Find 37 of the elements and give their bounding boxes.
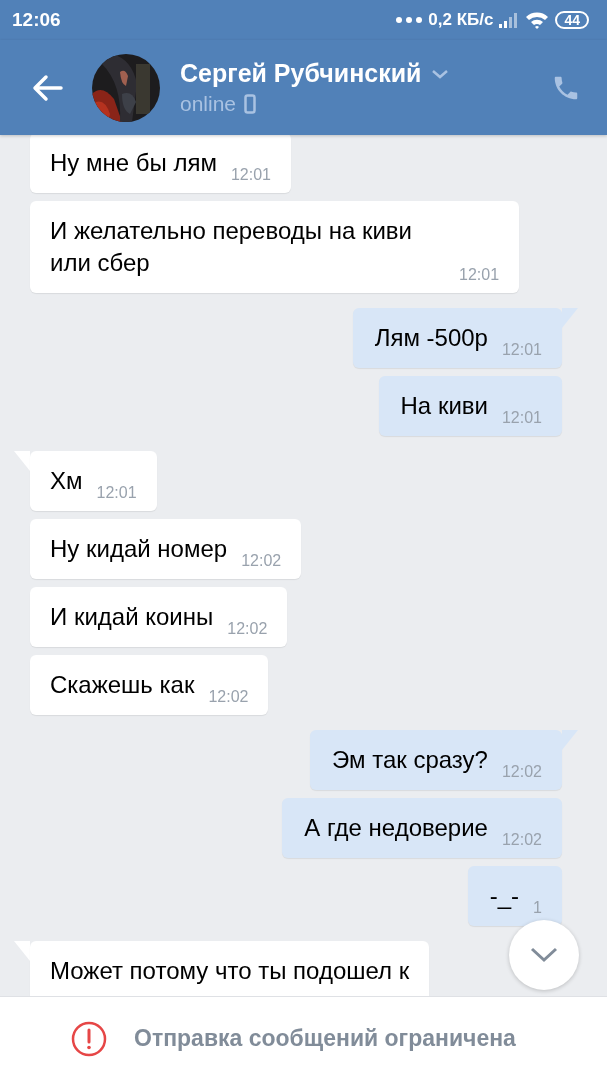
warning-icon [71, 1020, 107, 1057]
message-time: 12:02 [501, 832, 542, 848]
message-text: Может потому что ты подошел к [50, 956, 410, 986]
chevron-down-icon[interactable] [431, 68, 450, 79]
message-text: А где недоверие [304, 813, 488, 843]
message-text: -_- [489, 881, 520, 911]
message-time: 12:02 [501, 764, 542, 780]
message-time: 12:02 [227, 621, 268, 637]
network-speed: 0,2 КБ/с [428, 10, 494, 30]
message-text: Лям -500р [374, 323, 488, 353]
contact-name[interactable]: Сергей Рубчинский [180, 59, 422, 88]
phone-device-icon [244, 94, 257, 114]
message-time: 12:02 [208, 689, 249, 705]
message-text: Ну мне бы лям [50, 148, 217, 178]
message-text: И кидай коины [50, 602, 214, 632]
dots-icon [396, 17, 423, 23]
message-time: 12:02 [241, 553, 282, 569]
scroll-down-button[interactable] [509, 920, 579, 990]
message-time: 12:01 [230, 167, 271, 183]
message-text: И желательно переводы на киви или сбер [50, 216, 413, 278]
online-status: online [180, 92, 237, 116]
wifi-icon [525, 11, 550, 29]
message-time: 12:01 [501, 410, 542, 426]
message-text: Скажешь как [50, 670, 195, 700]
message-text: На киви [400, 391, 488, 421]
message-time: 12:01 [501, 342, 542, 358]
message-time: 12:01 [96, 485, 137, 501]
chevron-down-icon [529, 946, 559, 964]
clock: 12:06 [12, 9, 61, 31]
signal-icon [499, 12, 520, 28]
message-text: Ну кидай номер [50, 534, 228, 564]
message-time: 1 [533, 900, 542, 916]
message-text: Эм так сразу? [332, 745, 488, 775]
restriction-notice: Отправка сообщений ограничена [134, 1025, 516, 1052]
battery-level: 44 [555, 11, 589, 29]
message-text: Хм [50, 466, 83, 496]
message-time: 12:01 [459, 267, 500, 283]
